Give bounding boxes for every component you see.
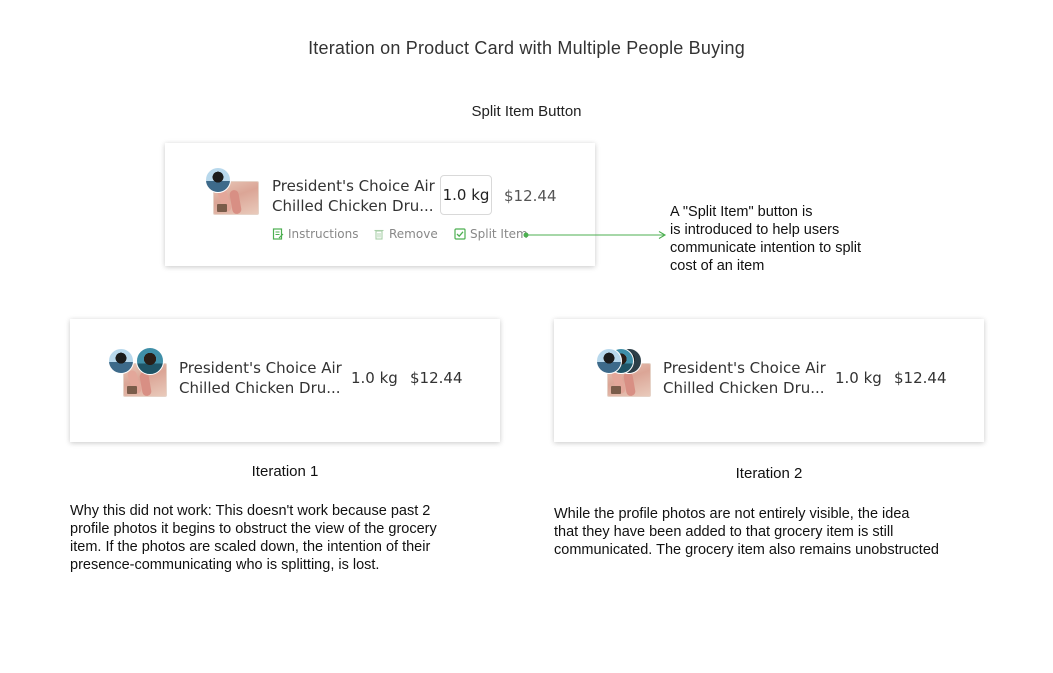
- annotation-line: communicate intention to split: [670, 240, 862, 256]
- split-item-button[interactable]: Split Item: [454, 227, 528, 241]
- description-line: presence-communicating who is splitting,…: [70, 557, 380, 573]
- remove-button[interactable]: Remove: [373, 227, 438, 241]
- item-price: $12.44: [504, 187, 557, 205]
- annotation-arrow: [523, 231, 667, 239]
- description-line: item. If the photos are scaled down, the…: [70, 539, 431, 555]
- annotation-line: is introduced to help users: [670, 222, 840, 238]
- product-name-line1: President's Choice Air: [179, 359, 342, 377]
- profile-avatar: [596, 348, 622, 374]
- iteration-1-description: Why this did not work: This doesn't work…: [70, 502, 510, 574]
- product-name-line2: Chilled Chicken Dru...: [663, 379, 825, 397]
- annotation-line: cost of an item: [670, 258, 765, 274]
- section-title: Split Item Button: [471, 103, 582, 120]
- iteration-2-caption: Iteration 2: [735, 465, 803, 482]
- description-line: communicated. The grocery item also rema…: [554, 542, 939, 558]
- description-line: profile photos it begins to obstruct the…: [70, 521, 437, 537]
- item-price: $12.44: [410, 369, 463, 387]
- description-line: Why this did not work: This doesn't work…: [70, 503, 431, 519]
- remove-label: Remove: [389, 227, 438, 241]
- iteration-2-description: While the profile photos are not entirel…: [554, 505, 994, 559]
- trash-icon: [374, 229, 384, 240]
- description-line: that they have been added to that grocer…: [554, 524, 894, 540]
- item-price: $12.44: [894, 369, 947, 387]
- product-name-line1: President's Choice Air: [663, 359, 826, 377]
- profile-avatar: [205, 167, 231, 193]
- instructions-label: Instructions: [288, 227, 359, 241]
- product-name-line2: Chilled Chicken Dru...: [179, 379, 341, 397]
- quantity-value[interactable]: 1.0 kg: [835, 369, 882, 387]
- quantity-value[interactable]: 1.0 kg: [351, 369, 398, 387]
- product-card-iteration-1: President's Choice Air Chilled Chicken D…: [70, 319, 500, 442]
- note-icon: [272, 228, 284, 240]
- product-card-iteration-2: President's Choice Air Chilled Chicken D…: [554, 319, 984, 442]
- profile-avatar: [136, 347, 164, 375]
- checkbox-icon: [454, 228, 466, 240]
- iteration-1-caption: Iteration 1: [251, 463, 319, 480]
- product-name-line2: Chilled Chicken Dru...: [272, 197, 434, 215]
- page-title: Iteration on Product Card with Multiple …: [308, 38, 745, 58]
- annotation-note: A "Split Item" button is is introduced t…: [670, 203, 861, 275]
- product-card-split-item: President's Choice Air Chilled Chicken D…: [165, 143, 595, 266]
- instructions-button[interactable]: Instructions: [272, 227, 358, 241]
- quantity-field[interactable]: 1.0 kg: [440, 175, 492, 215]
- description-line: While the profile photos are not entirel…: [554, 506, 910, 522]
- profile-avatar: [108, 348, 134, 374]
- product-name-line1: President's Choice Air: [272, 177, 435, 195]
- annotation-line: A "Split Item" button is: [670, 204, 813, 220]
